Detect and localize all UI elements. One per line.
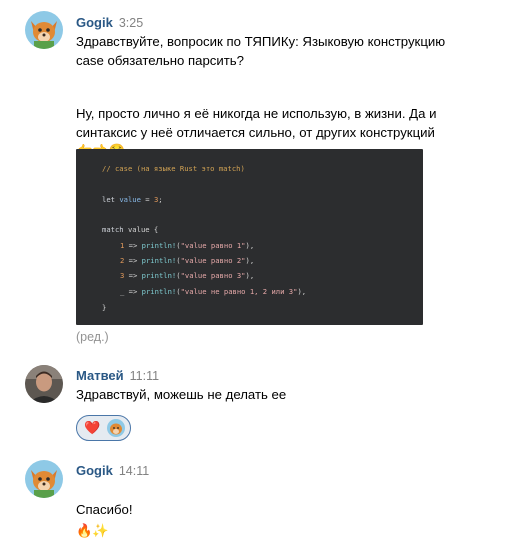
code-text: value {	[123, 225, 159, 234]
code-line-close: }	[102, 303, 106, 312]
author-name[interactable]: Gogik 3:25	[76, 15, 143, 30]
code-arrow: =>	[124, 256, 142, 265]
user-photo-icon	[25, 365, 63, 403]
message-time[interactable]: 14:11	[119, 464, 149, 478]
reactions-bar[interactable]: ❤️	[76, 415, 131, 441]
code-block: // case (на языке Rust это match) let va…	[76, 149, 423, 325]
avatar[interactable]	[25, 11, 63, 49]
code-line-arm-2: 2 => println!("value равно 2"),	[120, 256, 255, 265]
fox-avatar-icon	[25, 11, 63, 49]
code-line-let: let value = 3;	[102, 195, 163, 204]
code-semicolon: ;	[158, 195, 163, 204]
code-brace: }	[102, 303, 107, 312]
avatar[interactable]	[25, 460, 63, 498]
code-arrow: =>	[124, 241, 142, 250]
code-arrow: =>	[124, 287, 142, 296]
code-string: "value равно 1"	[180, 241, 246, 250]
avatar[interactable]	[25, 365, 63, 403]
code-variable: value	[119, 195, 141, 204]
message-text-body: Спасибо!	[76, 502, 133, 517]
message-time[interactable]: 11:11	[130, 369, 159, 383]
message-text: Здравствуйте, вопросик по ТЯПИКу: Языков…	[76, 34, 446, 68]
message-text: Здравствуй, можешь не делать ее	[76, 387, 287, 402]
code-string: "value не равно 1, 2 или 3"	[180, 287, 298, 296]
message-time[interactable]: 3:25	[119, 16, 143, 30]
author-label[interactable]: Gogik	[76, 15, 113, 30]
author-name[interactable]: Gogik 14:11	[76, 463, 149, 478]
code-line-match: match value {	[102, 225, 158, 234]
code-macro: println!	[141, 287, 177, 296]
code-line-arm-1: 1 => println!("value равно 1"),	[120, 241, 255, 250]
edited-label[interactable]: (ред.)	[76, 330, 109, 344]
code-line-arm-4: _ => println!("value не равно 1, 2 или 3…	[120, 287, 307, 296]
code-macro: println!	[141, 256, 177, 265]
code-arrow: =>	[124, 271, 142, 280]
code-comment: // case (на языке Rust это match)	[102, 164, 245, 173]
code-keyword: match	[102, 225, 124, 234]
reactor-avatar	[107, 419, 125, 437]
code-string: "value равно 3"	[180, 271, 246, 280]
fox-avatar-icon	[107, 419, 125, 437]
author-label[interactable]: Матвей	[76, 368, 124, 383]
author-name[interactable]: Матвей 11:11	[76, 368, 159, 383]
fire-sparkles-emoji-icon: 🔥✨	[76, 523, 109, 538]
code-operator: =	[140, 195, 154, 204]
message-text-2-body: Ну, просто лично я её никогда не использ…	[76, 106, 437, 140]
code-string: "value равно 2"	[180, 256, 246, 265]
message-text-2: Ну, просто лично я её никогда не использ…	[76, 85, 486, 142]
code-macro: println!	[141, 241, 177, 250]
code-macro: println!	[141, 271, 177, 280]
author-label[interactable]: Gogik	[76, 463, 113, 478]
heart-reaction-icon[interactable]: ❤️	[84, 420, 100, 436]
code-line-comment: // case (на языке Rust это match)	[102, 164, 245, 173]
code-line-arm-3: 3 => println!("value равно 3"),	[120, 271, 255, 280]
fox-avatar-icon	[25, 460, 63, 498]
message-text: Спасибо! 🔥✨	[76, 481, 133, 540]
code-keyword: let	[102, 195, 115, 204]
